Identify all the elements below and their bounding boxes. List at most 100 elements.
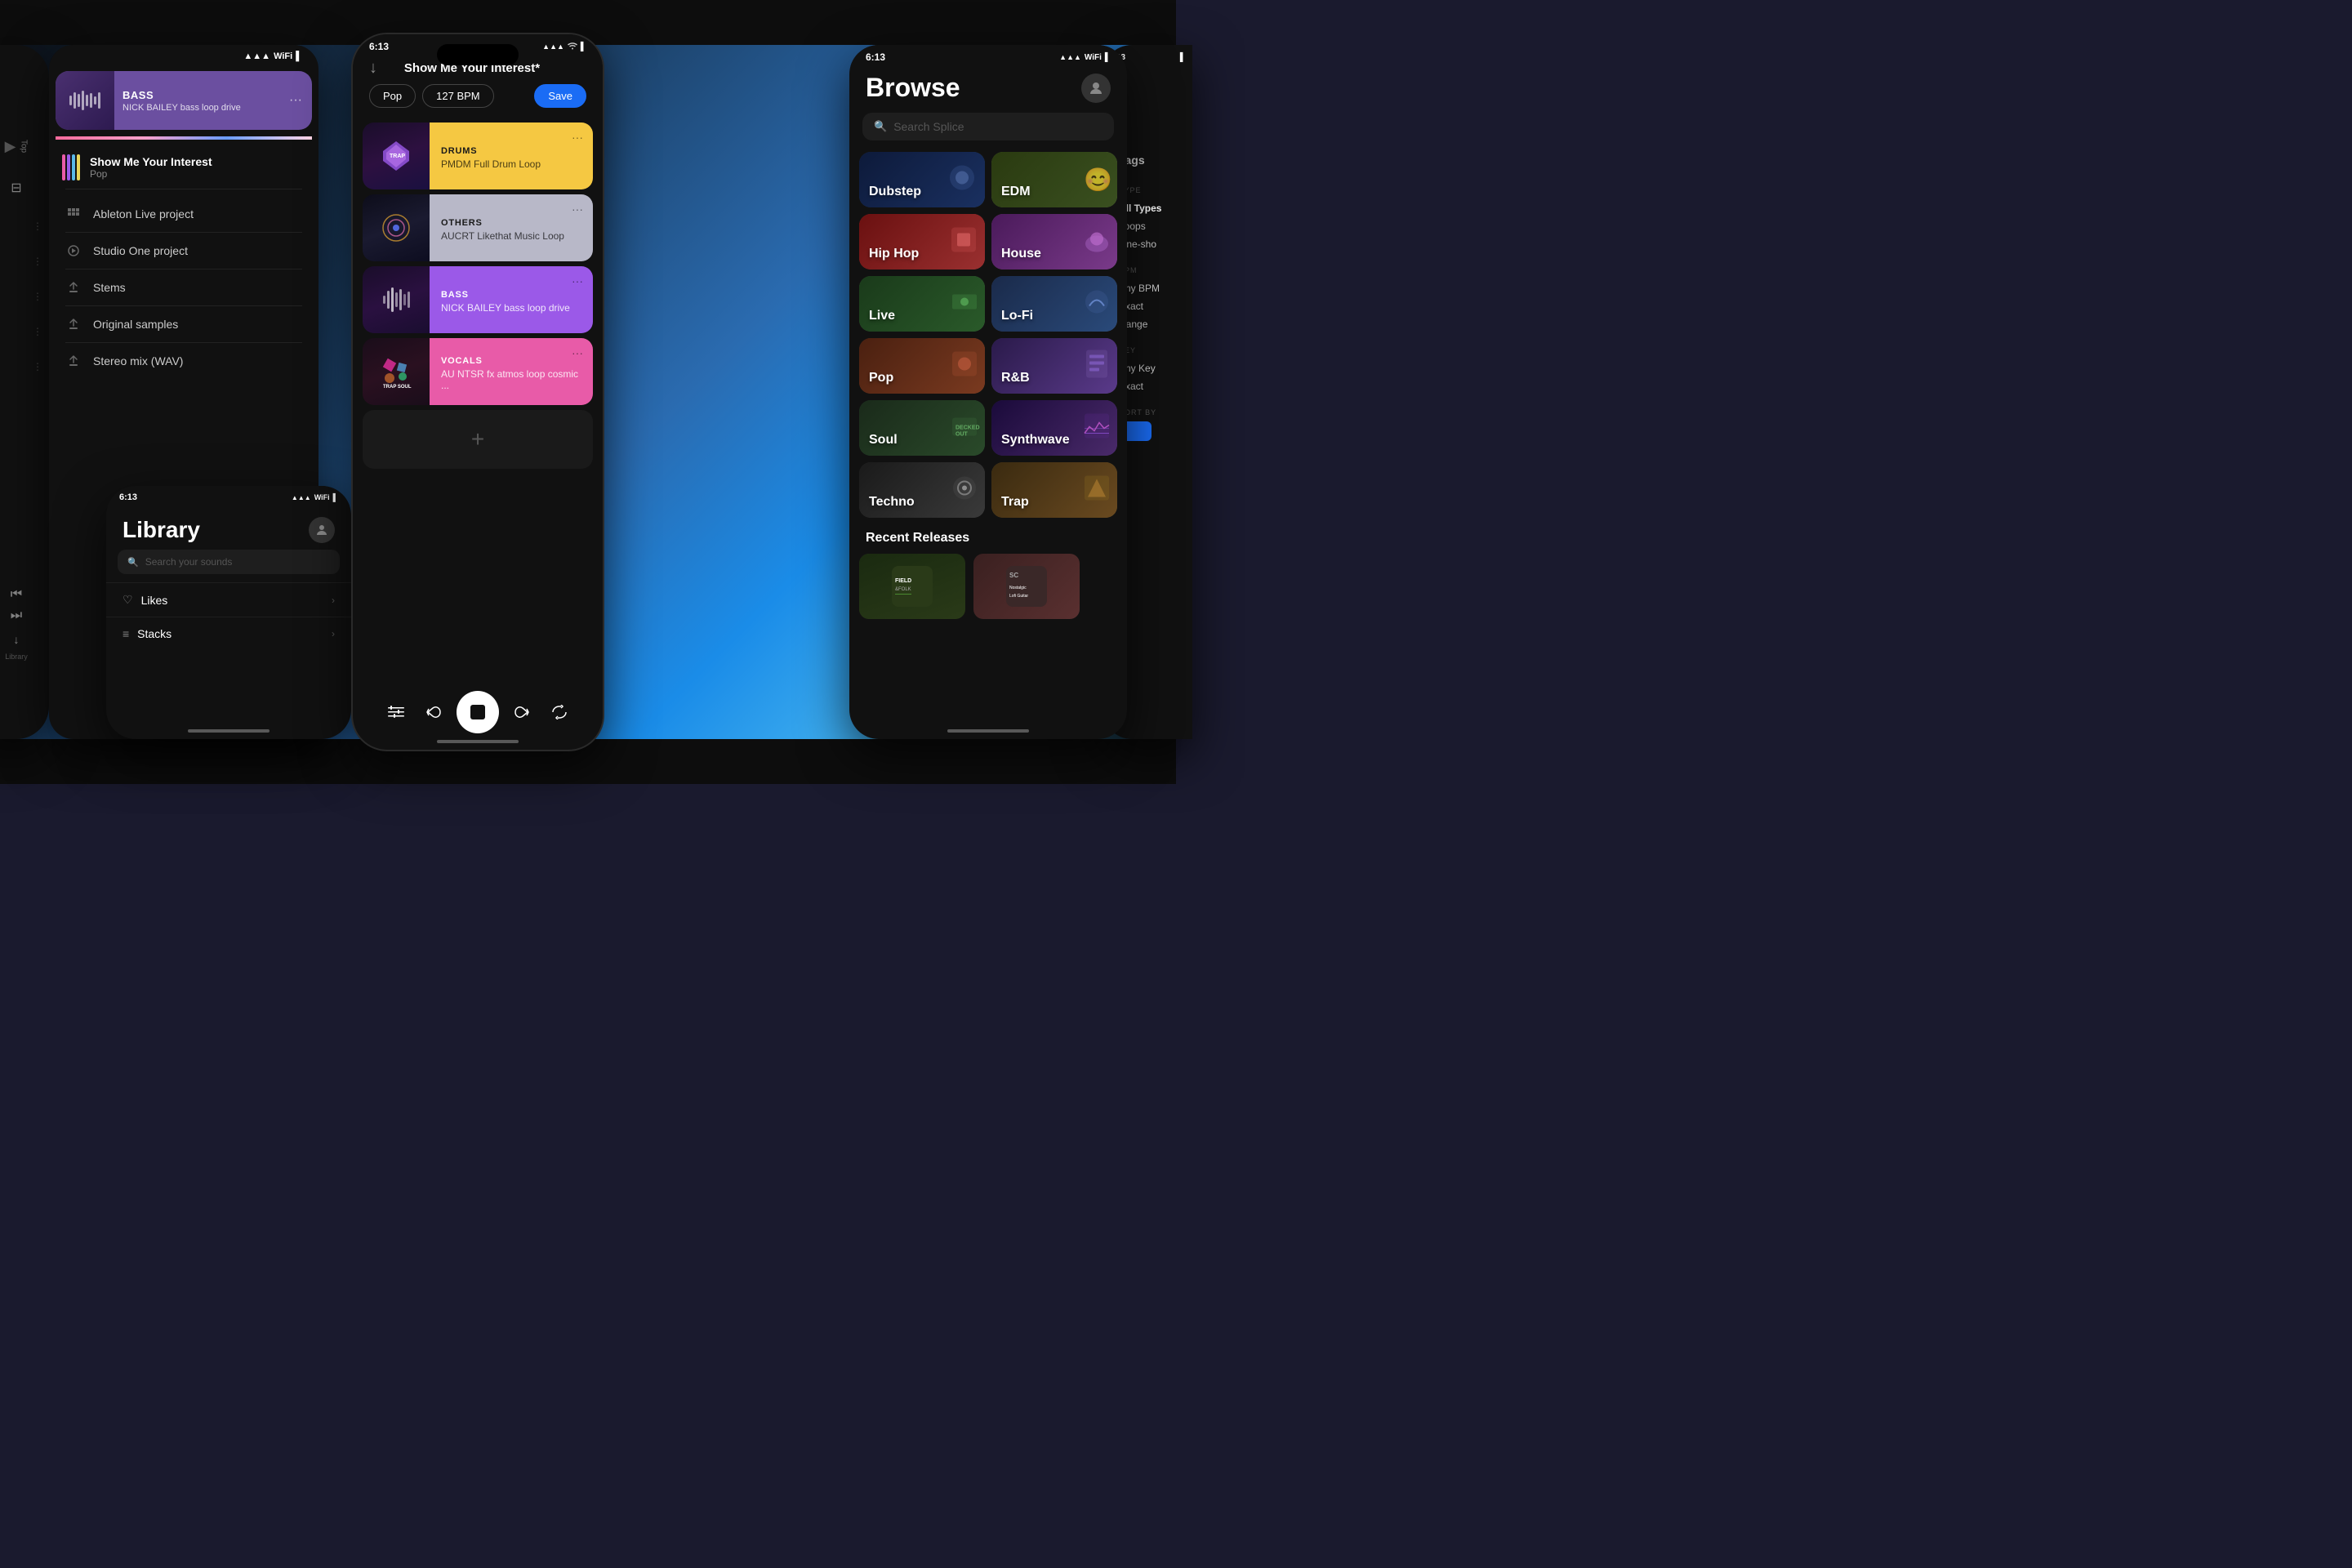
soul-label: Soul xyxy=(859,433,907,456)
sort-label: SORT BY xyxy=(1119,408,1183,416)
back-icon[interactable]: ↓ xyxy=(369,59,377,78)
forward-btn[interactable] xyxy=(505,696,537,728)
library-item-likes[interactable]: ♡ Likes › xyxy=(106,583,351,617)
svg-text:TRAP: TRAP xyxy=(390,154,405,159)
export-original[interactable]: Original samples xyxy=(49,306,318,342)
release-card-2[interactable]: SC Nostalgic Lofi Guitar xyxy=(973,554,1080,619)
bass-card-dots[interactable]: ··· xyxy=(279,93,312,108)
genre-edm[interactable]: 😊 EDM xyxy=(991,152,1117,207)
library-search[interactable]: 🔍 Search your sounds xyxy=(118,550,340,574)
bpm-tag[interactable]: 127 BPM xyxy=(422,84,493,108)
browse-title: Browse xyxy=(866,73,960,103)
moves-label: ▶ xyxy=(5,138,16,155)
browse-search[interactable]: 🔍 Search Splice xyxy=(862,113,1114,140)
phone-center: 6:13 ▲▲▲ ▌ ↓ Show Me Your Interest* Pop … xyxy=(351,33,604,751)
svg-text:Lofi Guitar: Lofi Guitar xyxy=(1009,594,1028,599)
filter-icon xyxy=(388,706,404,719)
track-card-vocals[interactable]: TRAP SOUL VOCALS AU NTSR fx atmos loop c… xyxy=(363,338,593,405)
genre-dubstep[interactable]: Dubstep xyxy=(859,152,985,207)
likes-chevron: › xyxy=(332,595,335,606)
dubstep-label: Dubstep xyxy=(859,185,931,207)
track-card-others[interactable]: OTHERS AUCRT Likethat Music Loop ··· xyxy=(363,194,593,261)
genre-rnb[interactable]: R&B xyxy=(991,338,1117,394)
bass-dots[interactable]: ··· xyxy=(572,274,583,287)
heart-icon-2: ♡ xyxy=(0,254,1,268)
dots-icon-3: ⋮ xyxy=(33,291,42,302)
others-dots[interactable]: ··· xyxy=(572,203,583,216)
live-art xyxy=(949,287,980,322)
svg-text:OUT: OUT xyxy=(956,432,969,438)
bass-name: NICK BAILEY bass loop drive xyxy=(441,302,581,314)
stereo-icon xyxy=(65,353,82,369)
center-status-icons: ▲▲▲ ▌ xyxy=(542,42,586,51)
nav-item-1[interactable]: ▶ Top xyxy=(0,127,49,167)
save-button[interactable]: Save xyxy=(534,84,586,108)
bpm-range[interactable]: Range xyxy=(1119,315,1183,333)
transport-bar xyxy=(353,691,603,733)
user-icon xyxy=(1089,81,1103,96)
lib-battery: ▌ xyxy=(333,493,338,501)
genre-synthwave[interactable]: Synthwave xyxy=(991,400,1117,456)
genre-live[interactable]: Live xyxy=(859,276,985,332)
genre-tag[interactable]: Pop xyxy=(369,84,416,108)
transport-mini: ⏮ ⏭ ↓ Library xyxy=(0,574,49,674)
browse-avatar[interactable] xyxy=(1081,74,1111,103)
genre-house[interactable]: House xyxy=(991,214,1117,270)
stop-btn[interactable] xyxy=(457,691,499,733)
export-stems[interactable]: Stems xyxy=(49,270,318,305)
bpm-any[interactable]: Any BPM xyxy=(1119,279,1183,297)
type-all[interactable]: All Types xyxy=(1119,199,1183,217)
genre-hiphop[interactable]: Hip Hop xyxy=(859,214,985,270)
rewind-btn[interactable] xyxy=(418,696,451,728)
genre-soul[interactable]: DECKEDOUT Soul xyxy=(859,400,985,456)
ableton-label: Ableton Live project xyxy=(93,207,194,220)
bass-card-subtitle: NICK BAILEY bass loop drive xyxy=(122,103,271,113)
bpm-exact[interactable]: Exact xyxy=(1119,297,1183,315)
phone-far-left: ▶ Top ⊟ ♡ ⋮ ♡ ⋮ ♡ ⋮ ♡ ⋮ xyxy=(0,45,49,739)
track-card-bass[interactable]: BASS NICK BAILEY bass loop drive ··· xyxy=(363,266,593,333)
export-studioone[interactable]: Studio One project xyxy=(49,233,318,269)
stacks-icon: ≡ xyxy=(122,627,129,640)
dots-icon-2: ⋮ xyxy=(33,256,42,267)
next-icon[interactable]: ⏭ xyxy=(11,608,22,623)
export-stereo[interactable]: Stereo mix (WAV) xyxy=(49,343,318,379)
key-any[interactable]: Any Key xyxy=(1119,359,1183,377)
track-color-bars xyxy=(62,154,80,180)
svg-text:FIELD: FIELD xyxy=(895,578,911,584)
export-ableton[interactable]: Ableton Live project xyxy=(49,196,318,232)
filter-btn[interactable] xyxy=(380,696,412,728)
signal-icon: ▲▲▲ xyxy=(243,51,270,61)
type-loops[interactable]: Loops xyxy=(1119,217,1183,235)
genre-pop[interactable]: Pop xyxy=(859,338,985,394)
key-exact[interactable]: Exact xyxy=(1119,377,1183,395)
status-bar-browse: 6:13 ▲▲▲ WiFi ▌ xyxy=(849,45,1127,66)
prev-icon[interactable]: ⏮ xyxy=(11,587,22,602)
original-label: Original samples xyxy=(93,318,178,331)
loop-btn[interactable] xyxy=(543,696,576,728)
bpm-label: BPM xyxy=(1119,266,1183,274)
type-oneshot[interactable]: One-sho xyxy=(1119,235,1183,253)
library-avatar[interactable] xyxy=(309,517,335,543)
phone-notch xyxy=(437,44,519,65)
browse-wifi: WiFi xyxy=(1085,53,1102,62)
svg-text:Nostalgic: Nostalgic xyxy=(1009,586,1027,590)
lofi-guitar-icon: SC Nostalgic Lofi Guitar xyxy=(1006,566,1047,607)
vocals-dots[interactable]: ··· xyxy=(572,346,583,359)
genre-techno[interactable]: Techno xyxy=(859,462,985,518)
drums-dots[interactable]: ··· xyxy=(572,131,583,144)
track-row[interactable]: Show Me Your Interest Pop xyxy=(49,146,318,189)
heart-row-3: ♡ ⋮ xyxy=(0,279,49,313)
library-item-stacks[interactable]: ≡ Stacks › xyxy=(106,617,351,650)
rewind-icon xyxy=(425,705,443,719)
track-card-drums[interactable]: TRAP DRUMS PMDM Full Drum Loop ··· xyxy=(363,122,593,189)
track-row-info: Show Me Your Interest Pop xyxy=(90,155,212,180)
bass-card[interactable]: BASS NICK BAILEY bass loop drive ··· xyxy=(56,71,312,130)
bass-card-info: BASS NICK BAILEY bass loop drive xyxy=(114,89,279,113)
nav-filter[interactable]: ⊟ xyxy=(0,168,49,207)
trap-label: Trap xyxy=(991,495,1039,518)
genre-trap[interactable]: Trap xyxy=(991,462,1117,518)
add-card[interactable]: + xyxy=(363,410,593,469)
genre-lofi[interactable]: Lo-Fi xyxy=(991,276,1117,332)
release-card-1[interactable]: FIELD &FOLK xyxy=(859,554,965,619)
download-icon[interactable]: ↓ xyxy=(14,633,20,646)
